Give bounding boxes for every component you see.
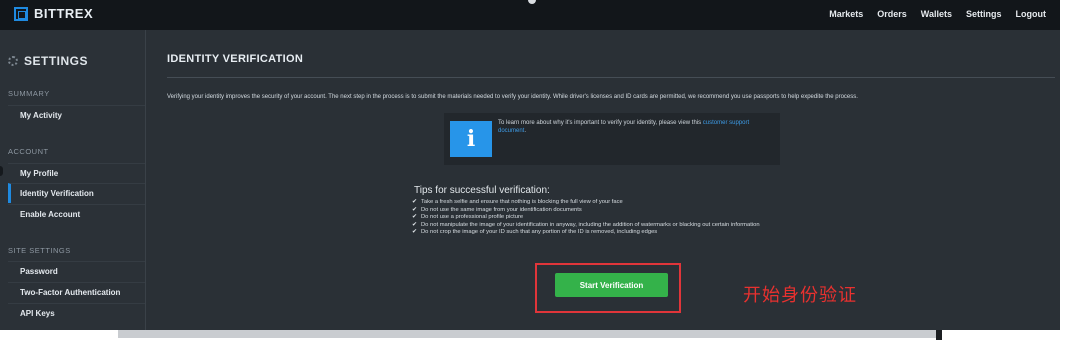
sidebar-item-password[interactable]: Password [8,261,145,281]
info-text: To learn more about why it's important t… [498,120,702,126]
top-nav-links: Markets Orders Wallets Settings Logout [829,9,1046,19]
sidebar-section-account: ACCOUNT [8,147,49,156]
sidebar-item-my-activity[interactable]: My Activity [8,105,145,125]
nav-wallets[interactable]: Wallets [921,9,952,19]
settings-sidebar: SETTINGS SUMMARY My Activity ACCOUNT My … [0,30,146,330]
sidebar-section-summary: SUMMARY [8,89,50,98]
tips-list: ✔ Take a fresh selfie and ensure that not… [412,199,812,237]
info-callout: i To learn more about why it's important… [444,113,780,165]
check-icon: ✔ [412,214,418,221]
info-icon: i [450,121,492,157]
sidebar-item-my-profile[interactable]: My Profile [8,163,145,183]
sidebar-section-site-settings: SITE SETTINGS [8,246,71,255]
page-title: IDENTITY VERIFICATION [167,53,304,65]
tip-item: ✔ Do not crop the image of your ID such t… [412,229,812,237]
tip-item: ✔ Do not use a professional profile pictu… [412,214,812,222]
sidebar-title-text: SETTINGS [24,54,89,68]
sidebar-item-identity-verification[interactable]: Identity Verification [8,183,145,203]
tip-text: Do not use the same image from your iden… [421,206,582,213]
tip-text: Take a fresh selfie and ensure that noth… [421,199,623,205]
brand-name: BITTREX [34,6,94,21]
scroll-marker [0,166,3,176]
tip-item: ✔ Take a fresh selfie and ensure that not… [412,199,812,207]
app-frame: BITTREX Markets Orders Wallets Settings … [0,0,1060,330]
nav-settings[interactable]: Settings [966,9,1002,19]
nav-orders[interactable]: Orders [877,9,907,19]
tip-text: Do not crop the image of your ID such th… [421,229,658,236]
check-icon: ✔ [412,199,418,205]
scrollbar-end-cap [936,330,942,340]
sidebar-item-enable-account[interactable]: Enable Account [8,204,145,224]
title-divider [167,77,1055,78]
gear-icon [8,56,18,66]
horizontal-scrollbar[interactable] [118,330,940,338]
nav-markets[interactable]: Markets [829,9,863,19]
bittrex-logo-icon [14,6,28,21]
tip-text: Do not manipulate the image of your iden… [421,221,760,228]
info-text-block: To learn more about why it's important t… [498,119,770,135]
check-icon: ✔ [412,206,418,213]
sidebar-title: SETTINGS [8,54,88,68]
sidebar-item-api-keys[interactable]: API Keys [8,303,145,323]
tips-heading: Tips for successful verification: [414,185,550,196]
annotation-label: 开始身份验证 [743,285,857,306]
intro-text: Verifying your identity improves the sec… [167,94,858,100]
tip-item: ✔ Do not use the same image from your ide… [412,207,812,215]
tip-text: Do not use a professional profile pictur… [421,214,524,221]
info-text-suffix: . [524,128,527,134]
check-icon: ✔ [412,229,418,236]
check-icon: ✔ [412,221,418,228]
main-content: IDENTITY VERIFICATION Verifying your ide… [146,30,1060,330]
tip-item: ✔ Do not manipulate the image of your ide… [412,222,812,230]
sidebar-item-two-factor-authentication[interactable]: Two-Factor Authentication [8,282,145,302]
nav-logout[interactable]: Logout [1016,9,1047,19]
start-verification-button[interactable]: Start Verification [555,273,668,297]
top-navigation-bar: BITTREX Markets Orders Wallets Settings … [0,0,1060,30]
brand-logo[interactable]: BITTREX [14,6,93,21]
